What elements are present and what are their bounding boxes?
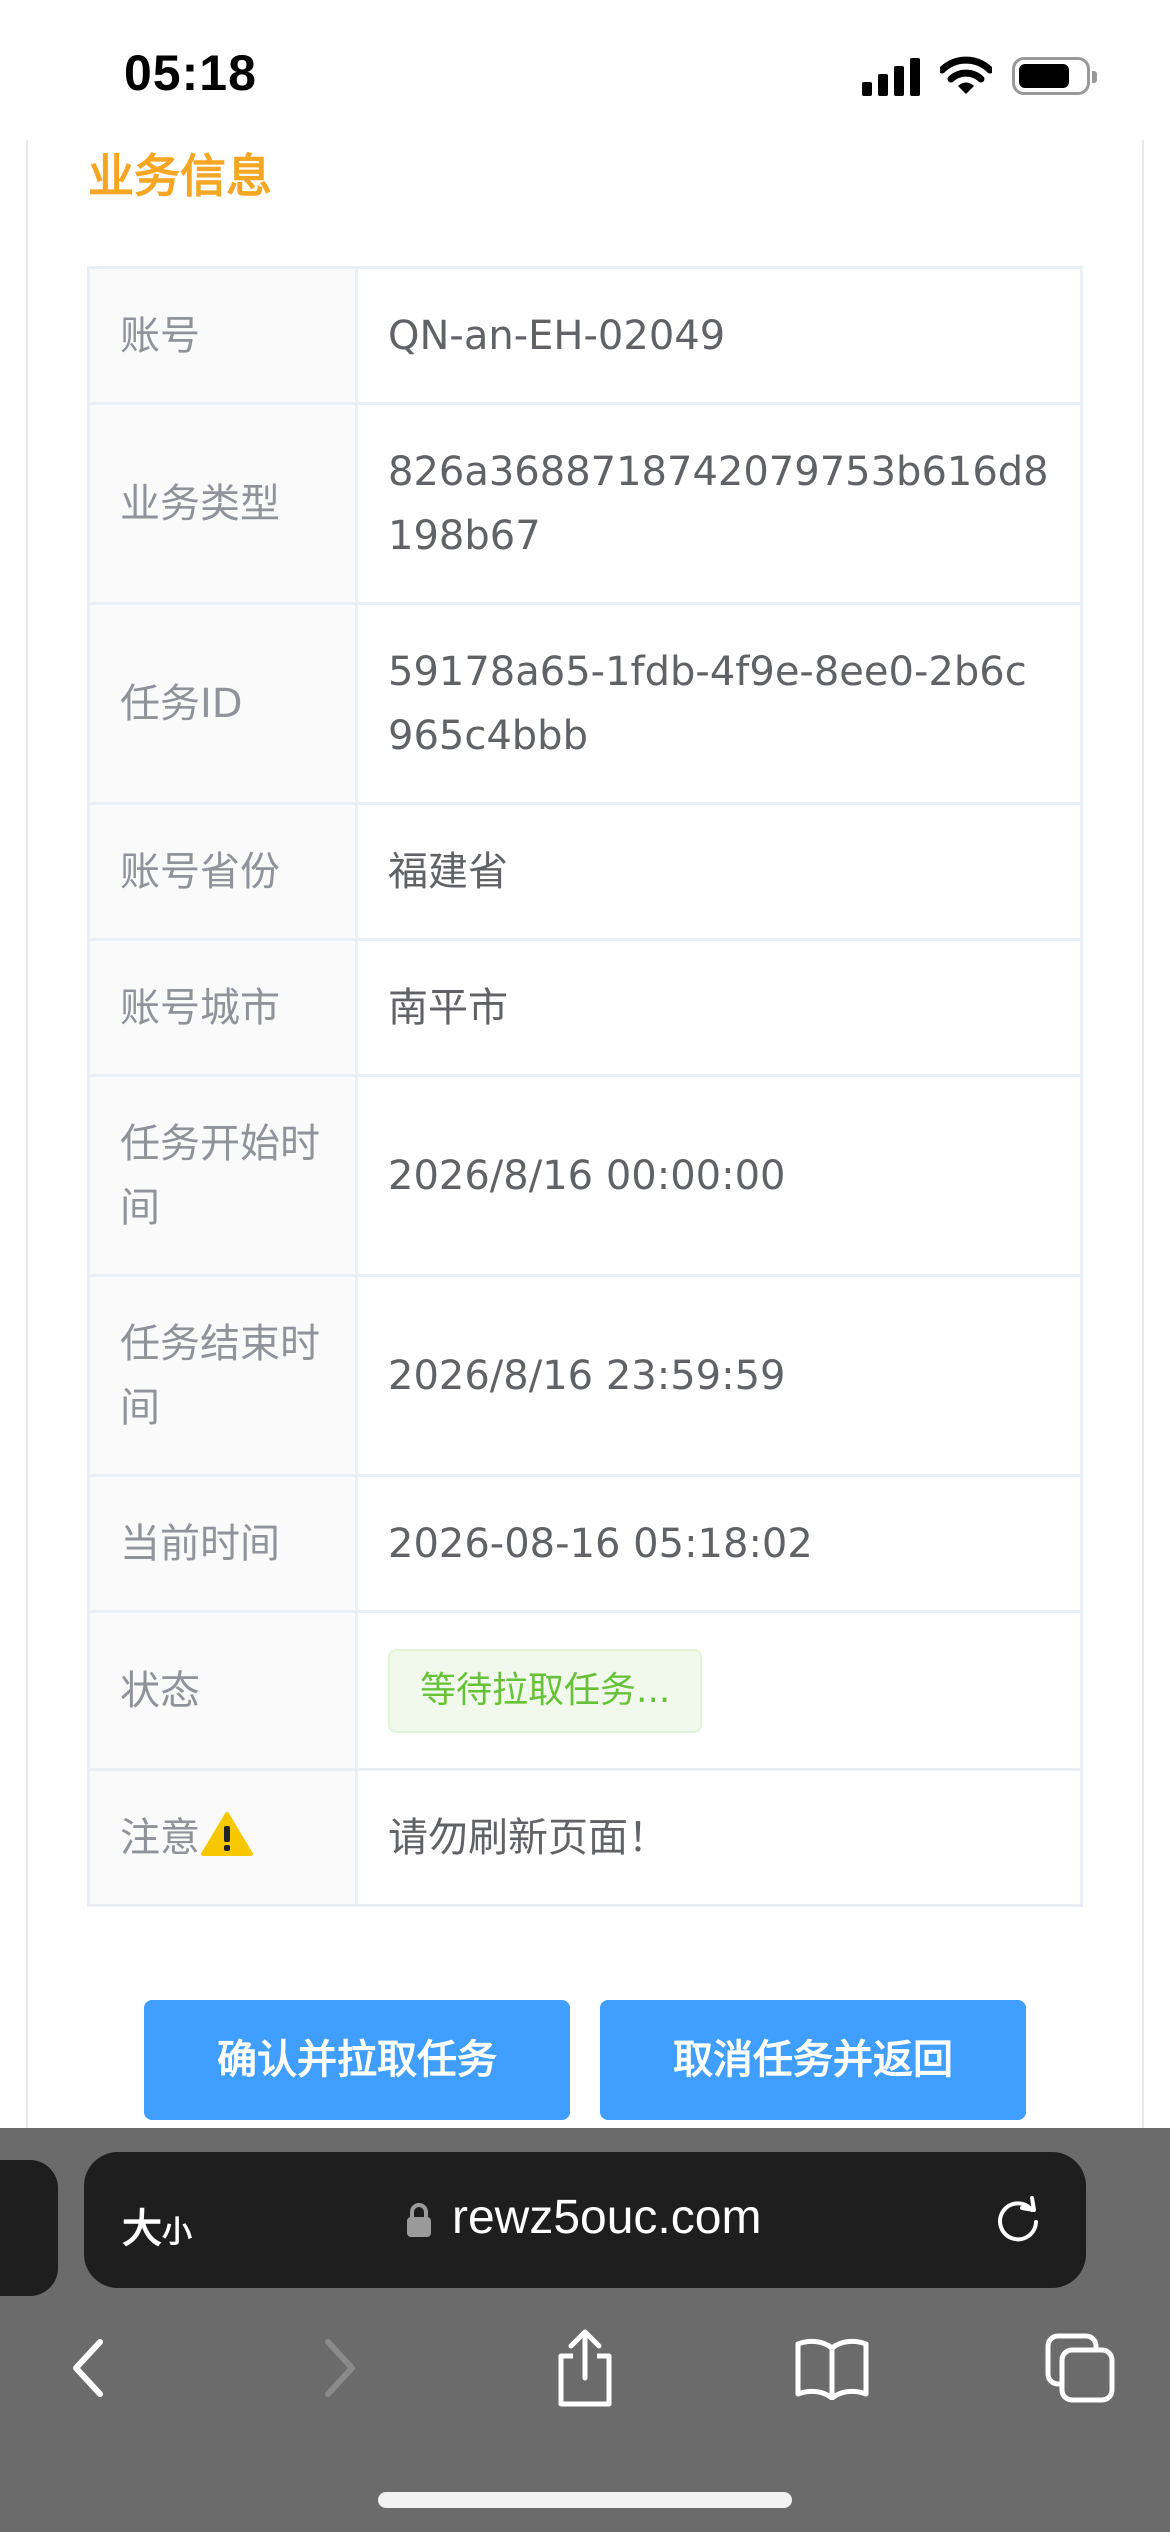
row-label-city: 账号城市 <box>87 938 358 1077</box>
row-label-account: 账号 <box>87 266 358 405</box>
row-label-task-id: 任务ID <box>87 602 358 805</box>
tabs-button[interactable] <box>1030 2318 1130 2418</box>
table-row: 当前时间 2026-08-16 05:18:02 <box>87 1474 1083 1613</box>
share-icon <box>558 2329 612 2407</box>
back-button[interactable] <box>38 2318 138 2418</box>
table-row: 业务类型 826a3688718742079753b616d8198b67 <box>87 402 1083 605</box>
row-label-end-time: 任务结束时间 <box>87 1274 358 1477</box>
table-row: 注意 请勿刷新页面！ <box>87 1768 1083 1907</box>
row-label-start-time: 任务开始时间 <box>87 1074 358 1277</box>
table-row: 任务ID 59178a65-1fdb-4f9e-8ee0-2b6c965c4bb… <box>87 602 1083 805</box>
url-text[interactable]: rewz5ouc.com <box>452 2190 761 2245</box>
status-time: 05:18 <box>124 45 257 101</box>
text-size-big-label: 大 <box>122 2206 162 2252</box>
chevron-left-icon <box>73 2339 103 2397</box>
row-value-start-time: 2026/8/16 00:00:00 <box>355 1074 1083 1277</box>
book-icon <box>795 2338 869 2400</box>
browser-nav-row <box>0 2318 1170 2438</box>
table-row: 任务开始时间 2026/8/16 00:00:00 <box>87 1074 1083 1277</box>
row-value-task-id: 59178a65-1fdb-4f9e-8ee0-2b6c965c4bbb <box>355 602 1083 805</box>
info-table: 账号 QN-an-EH-02049 业务类型 826a3688718742079… <box>87 266 1083 1907</box>
table-row: 账号城市 南平市 <box>87 938 1083 1077</box>
row-value-province: 福建省 <box>355 802 1083 941</box>
row-value-end-time: 2026/8/16 23:59:59 <box>355 1274 1083 1477</box>
status-icons <box>862 56 1097 96</box>
row-label-notice: 注意 <box>87 1768 358 1907</box>
text-size-button[interactable]: 大小 <box>122 2196 192 2254</box>
share-button[interactable] <box>535 2318 635 2418</box>
forward-button[interactable] <box>290 2318 390 2418</box>
table-row: 状态 等待拉取任务... <box>87 1610 1083 1771</box>
confirm-pull-task-button[interactable]: 确认并拉取任务 <box>144 2000 570 2120</box>
bookmarks-button[interactable] <box>782 2318 882 2418</box>
chevron-right-icon <box>325 2339 355 2397</box>
row-value-city: 南平市 <box>355 938 1083 1077</box>
status-bar: 05:18 <box>0 0 1170 140</box>
battery-icon <box>1012 57 1097 95</box>
row-value-account: QN-an-EH-02049 <box>355 266 1083 405</box>
notice-label: 注意 <box>120 1814 200 1861</box>
row-label-province: 账号省份 <box>87 802 358 941</box>
row-label-business-type: 业务类型 <box>87 402 358 605</box>
text-size-small-label: 小 <box>162 2215 192 2250</box>
table-row: 账号省份 福建省 <box>87 802 1083 941</box>
section-title: 业务信息 <box>88 149 272 203</box>
row-value-status: 等待拉取任务... <box>355 1610 1083 1771</box>
table-row: 任务结束时间 2026/8/16 23:59:59 <box>87 1274 1083 1477</box>
row-value-notice: 请勿刷新页面！ <box>355 1768 1083 1907</box>
address-bar[interactable]: 大小 rewz5ouc.com <box>84 2152 1086 2288</box>
row-value-business-type: 826a3688718742079753b616d8198b67 <box>355 402 1083 605</box>
table-row: 账号 QN-an-EH-02049 <box>87 266 1083 405</box>
lock-icon <box>407 2203 431 2237</box>
reload-icon[interactable] <box>992 2194 1044 2246</box>
browser-toolbar: 大小 rewz5ouc.com <box>0 2128 1170 2532</box>
status-badge: 等待拉取任务... <box>388 1648 703 1733</box>
tabs-icon <box>1045 2333 1115 2403</box>
previous-tab-edge[interactable] <box>0 2160 58 2296</box>
warning-icon <box>201 1811 253 1856</box>
cellular-signal-icon <box>862 56 920 96</box>
row-label-status: 状态 <box>87 1610 358 1771</box>
home-indicator[interactable] <box>378 2492 792 2508</box>
row-label-current-time: 当前时间 <box>87 1474 358 1613</box>
cancel-task-return-button[interactable]: 取消任务并返回 <box>600 2000 1026 2120</box>
wifi-icon <box>940 56 992 94</box>
row-value-current-time: 2026-08-16 05:18:02 <box>355 1474 1083 1613</box>
